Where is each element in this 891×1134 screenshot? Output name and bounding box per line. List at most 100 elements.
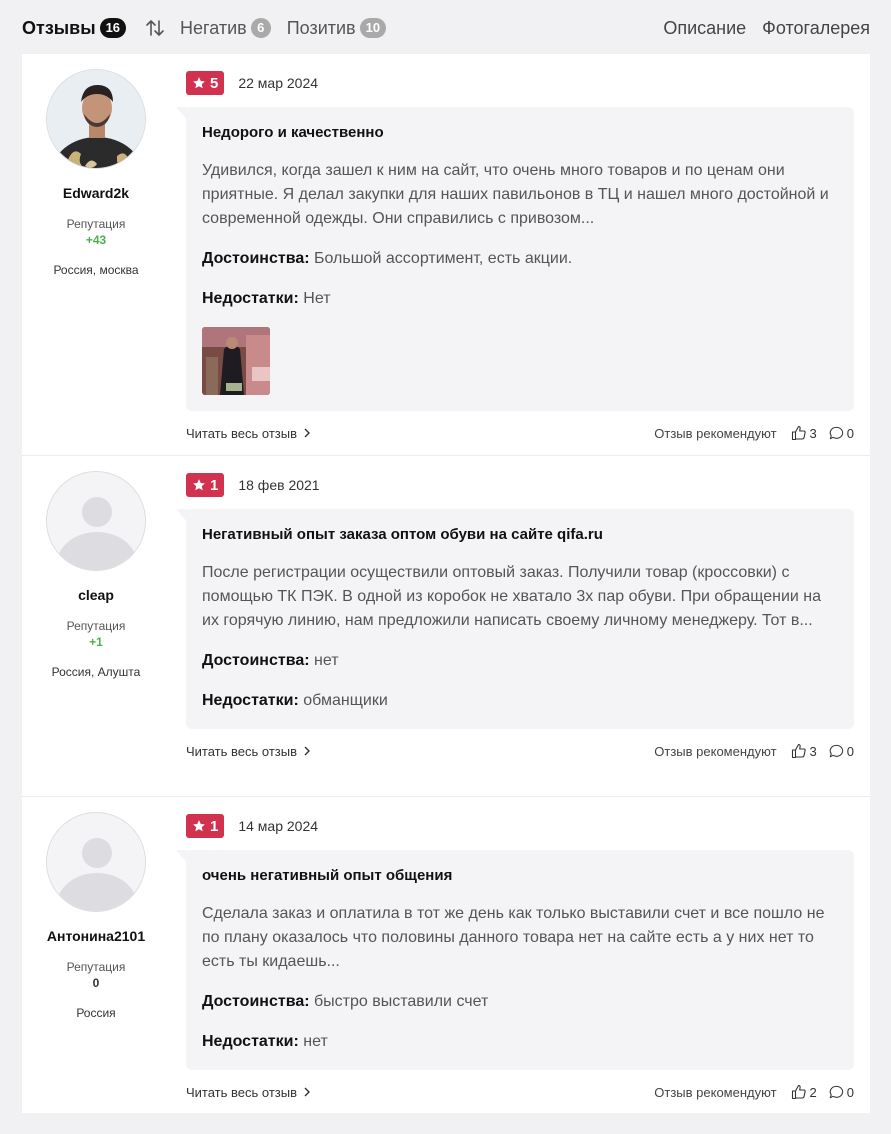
read-full-review-link[interactable]: Читать весь отзыв [186,1084,311,1100]
author-name[interactable]: Edward2k [22,185,170,201]
rating-badge: 1 [186,473,225,497]
review-text: После регистрации осуществили оптовый за… [202,564,822,629]
review-card: Edward2k Репутация +43 Россия, москва 5 … [22,54,870,456]
review-title[interactable]: Недорого и качественно [202,123,838,143]
read-full-review-link[interactable]: Читать весь отзыв [186,743,311,759]
review-photo-thumbnail[interactable] [202,327,270,395]
tab-reviews[interactable]: Отзывы 16 [22,17,127,39]
rating-value: 1 [210,817,219,835]
review-author: cleap Репутация +1 Россия, Алушта [22,471,170,679]
pros-text: Большой ассортимент, есть акции. [314,250,573,267]
comment-icon [829,744,843,757]
read-more-label: Читать весь отзыв [186,743,298,759]
review-title[interactable]: очень негативный опыт общения [202,866,838,886]
pros-label: Достоинства: [202,250,310,267]
review-card: cleap Репутация +1 Россия, Алушта 1 18 ф… [22,456,870,797]
review-pros: Достоинства: нет [202,649,838,673]
review-tabs: Отзывы 16 Негатив 6 Позитив 10 Описание … [22,14,870,42]
default-avatar-icon [47,813,145,911]
negative-count-badge: 6 [250,18,271,38]
rating-value: 5 [210,74,219,92]
chevron-right-icon [304,1087,311,1097]
cons-text: обманщики [303,692,388,709]
cons-text: нет [303,1033,328,1050]
pros-label: Достоинства: [202,652,310,669]
review-author: Антонина2101 Репутация 0 Россия [22,812,170,1020]
tab-description[interactable]: Описание [663,18,746,39]
review-title[interactable]: Негативный опыт заказа оптом обуви на са… [202,525,838,545]
review-footer: Читать весь отзыв Отзыв рекомендуют 3 0 [186,741,854,761]
recommend-label: Отзыв рекомендуют [654,1084,777,1100]
chevron-right-icon [304,428,311,438]
default-avatar-icon [47,472,145,570]
review-cons: Недостатки: Нет [202,287,838,311]
reputation-value: 0 [92,976,100,990]
reputation-label: Репутация [66,960,126,974]
likes-count: 3 [809,743,817,759]
reputation-label: Репутация [66,619,126,633]
author-location: Россия, Алушта [51,665,141,679]
review-pros: Достоинства: Большой ассортимент, есть а… [202,247,838,271]
thumbs-up-icon [791,1084,806,1100]
thumbs-up-icon [791,743,806,759]
comments-button[interactable]: 0 [829,426,854,441]
tab-gallery[interactable]: Фотогалерея [762,18,870,39]
comments-button[interactable]: 0 [829,744,854,759]
avatar[interactable] [46,69,146,169]
tab-reviews-label: Отзывы [22,17,96,38]
recommend-label: Отзыв рекомендуют [654,743,777,759]
rating-value: 1 [210,476,219,494]
cons-label: Недостатки: [202,1033,299,1050]
rating-badge: 1 [186,814,225,838]
comments-count: 0 [846,1084,854,1100]
avatar[interactable] [46,812,146,912]
review-body: Негативный опыт заказа оптом обуви на са… [176,509,854,729]
review-text: Сделала заказ и оплатила в тот же день к… [202,905,825,970]
pros-label: Достоинства: [202,993,310,1010]
review-footer: Читать весь отзыв Отзыв рекомендуют 3 0 [186,423,854,443]
likes-count: 2 [809,1084,817,1100]
like-button[interactable]: 3 [791,425,817,441]
review-content: 1 14 мар 2024 очень негативный опыт обще… [176,814,854,1102]
review-date: 14 мар 2024 [238,818,319,834]
reputation-value: +43 [85,233,107,247]
like-button[interactable]: 2 [791,1084,817,1100]
review-author: Edward2k Репутация +43 Россия, москва [22,69,170,277]
review-cons: Недостатки: нет [202,1030,838,1054]
comment-icon [829,426,843,439]
comments-count: 0 [846,743,854,759]
cons-text: Нет [303,290,331,307]
rating-badge: 5 [186,71,225,95]
author-name[interactable]: Антонина2101 [22,928,170,944]
pros-text: нет [314,652,339,669]
tab-negative-label: Негатив [180,17,247,38]
recommend-label: Отзыв рекомендуют [654,425,777,441]
tab-positive-label: Позитив [286,17,356,38]
avatar[interactable] [46,471,146,571]
likes-count: 3 [809,425,817,441]
read-more-label: Читать весь отзыв [186,425,298,441]
tab-negative[interactable]: Негатив 6 [180,18,271,39]
positive-count-badge: 10 [359,18,387,38]
pros-text: быстро выставили счет [314,993,489,1010]
review-body: очень негативный опыт общения Сделала за… [176,850,854,1070]
author-location: Россия, москва [53,263,139,277]
read-full-review-link[interactable]: Читать весь отзыв [186,425,311,441]
author-name[interactable]: cleap [22,587,170,603]
review-body: Недорого и качественно Удивился, когда з… [176,107,854,411]
cons-label: Недостатки: [202,692,299,709]
review-footer: Читать весь отзыв Отзыв рекомендуют 2 0 [186,1082,854,1102]
like-button[interactable]: 3 [791,743,817,759]
sort-icon[interactable] [144,17,166,39]
review-pros: Достоинства: быстро выставили счет [202,990,838,1014]
reviews-count-badge: 16 [99,18,127,38]
comments-button[interactable]: 0 [829,1085,854,1100]
review-date: 18 фев 2021 [238,477,320,493]
comments-count: 0 [846,425,854,441]
star-icon [193,77,205,89]
read-more-label: Читать весь отзыв [186,1084,298,1100]
review-card: Антонина2101 Репутация 0 Россия 1 14 мар… [22,797,870,1113]
tab-positive[interactable]: Позитив 10 [286,17,387,39]
review-date: 22 мар 2024 [238,75,319,91]
star-icon [193,479,205,491]
